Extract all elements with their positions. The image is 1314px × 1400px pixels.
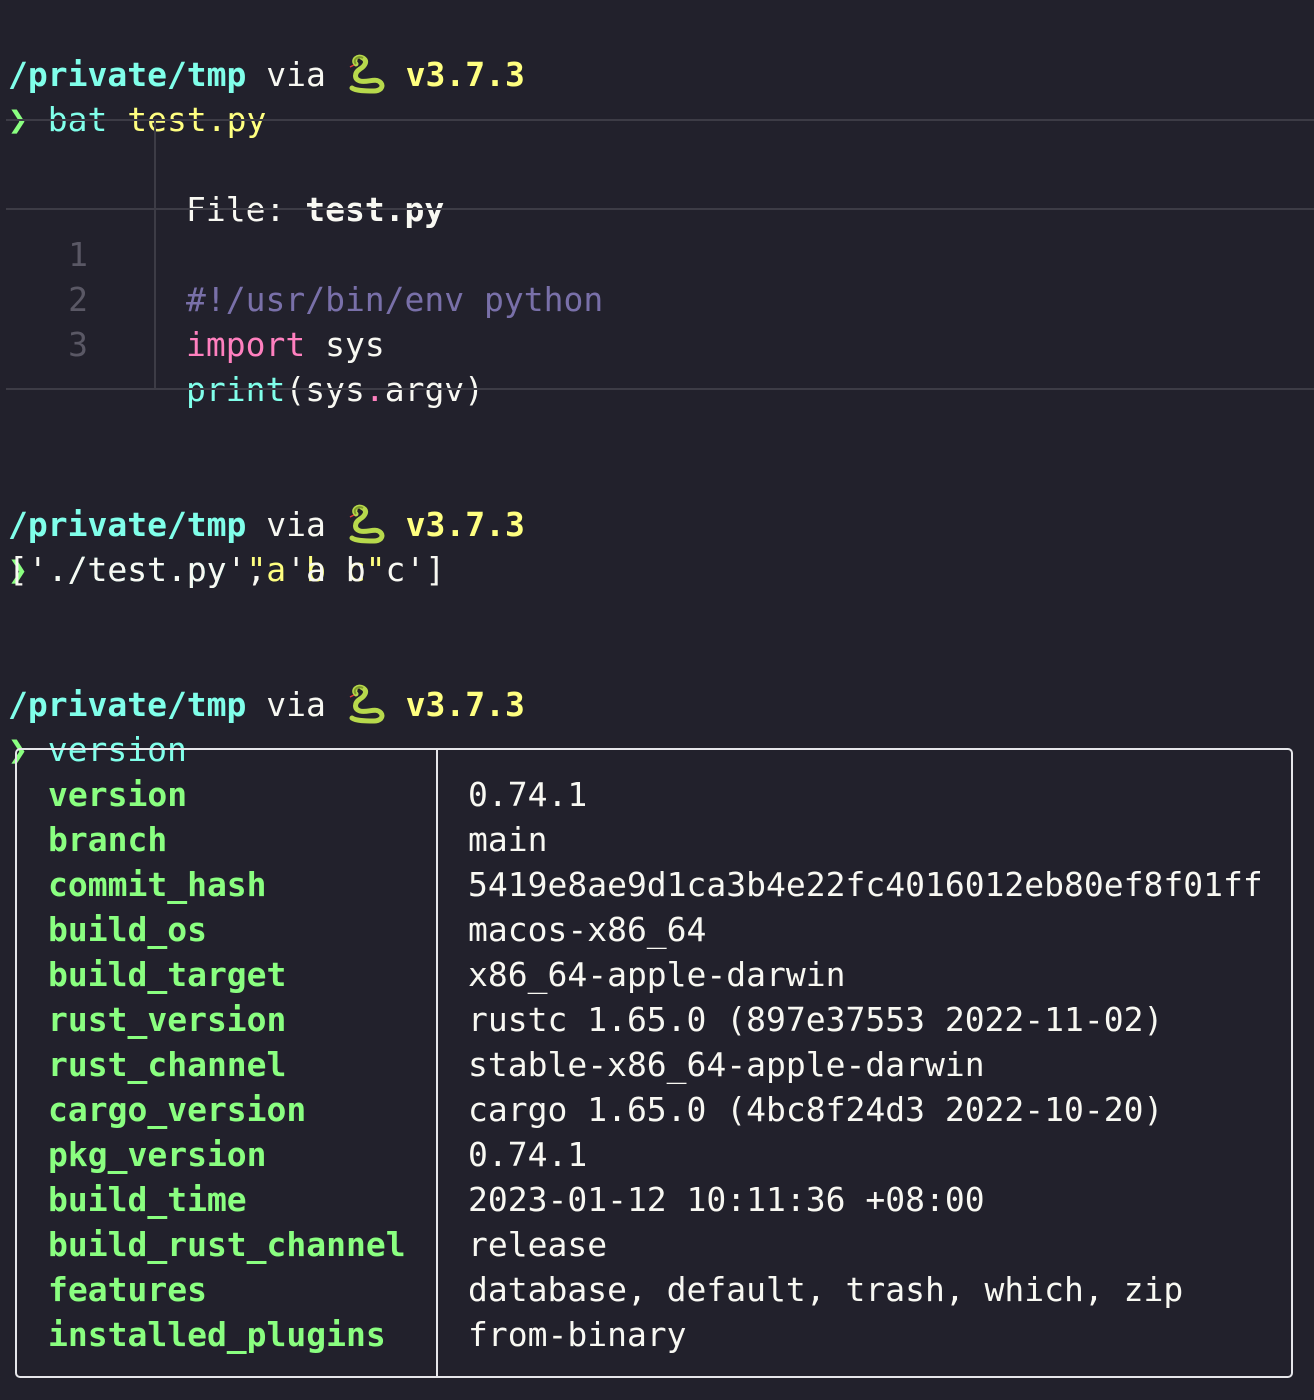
table-key: cargo_version bbox=[48, 1090, 307, 1129]
bat-gutter-divider bbox=[154, 120, 156, 388]
table-value: from-binary bbox=[468, 1315, 687, 1354]
code-line: print(sys.argv) bbox=[186, 322, 484, 409]
code-line: import sys bbox=[186, 277, 385, 364]
table-value: main bbox=[468, 820, 548, 859]
prompt-line-2: /private/tmp via v3.7.3 bbox=[8, 457, 525, 544]
snake-icon bbox=[346, 682, 386, 727]
line-number: 1 bbox=[68, 235, 88, 274]
table-value: 0.74.1 bbox=[468, 1135, 588, 1174]
table-key: features bbox=[48, 1270, 207, 1309]
bat-top-border bbox=[6, 119, 1314, 121]
table-value: 0.74.1 bbox=[468, 775, 588, 814]
table-value: stable-x86_64-apple-darwin bbox=[468, 1045, 985, 1084]
bat-header-border bbox=[6, 208, 1314, 210]
table-value: x86_64-apple-darwin bbox=[468, 955, 846, 994]
line-number: 2 bbox=[68, 280, 88, 319]
table-value: database, default, trash, which, zip bbox=[468, 1270, 1184, 1309]
command-line-1: ❯ bat test.py bbox=[8, 52, 266, 139]
table-value: 2023-01-12 10:11:36 +08:00 bbox=[468, 1180, 985, 1219]
prompt-line-3: /private/tmp via v3.7.3 bbox=[8, 637, 525, 724]
python-version: v3.7.3 bbox=[405, 685, 525, 724]
table-value: cargo 1.65.0 (4bc8f24d3 2022-10-20) bbox=[468, 1090, 1164, 1129]
bat-file-header: File: test.py bbox=[186, 142, 444, 229]
table-key: pkg_version bbox=[48, 1135, 267, 1174]
code-line: #!/usr/bin/env python bbox=[186, 232, 603, 319]
python-version: v3.7.3 bbox=[405, 505, 525, 544]
table-key: rust_channel bbox=[48, 1045, 287, 1084]
table-key: installed_plugins bbox=[48, 1315, 386, 1354]
prompt-via: via bbox=[266, 55, 326, 94]
table-key: build_rust_channel bbox=[48, 1225, 406, 1264]
command-line-3: ❯ version bbox=[8, 682, 187, 769]
command-line-2: ❯ ./test.py "a b c" bbox=[8, 502, 386, 589]
prompt-line-1: /private/tmp via v3.7.3 bbox=[8, 7, 525, 94]
command-output: ['./test.py', 'a b c'] bbox=[8, 550, 446, 589]
bat-bottom-border bbox=[6, 388, 1314, 390]
table-key: build_time bbox=[48, 1180, 247, 1219]
table-value: rustc 1.65.0 (897e37553 2022-11-02) bbox=[468, 1000, 1164, 1039]
table-value: macos-x86_64 bbox=[468, 910, 707, 949]
table-key: version bbox=[48, 775, 188, 814]
prompt-via: via bbox=[266, 685, 326, 724]
table-key: build_target bbox=[48, 955, 287, 994]
table-key: branch bbox=[48, 820, 168, 859]
table-key: build_os bbox=[48, 910, 207, 949]
version-table: version 0.74.1 branch main commit_hash 5… bbox=[15, 748, 1293, 1378]
table-value: 5419e8ae9d1ca3b4e22fc4016012eb80ef8f01ff bbox=[468, 865, 1263, 904]
table-value: release bbox=[468, 1225, 608, 1264]
table-key: rust_version bbox=[48, 1000, 287, 1039]
table-key: commit_hash bbox=[48, 865, 267, 904]
line-number: 3 bbox=[68, 325, 88, 364]
python-version: v3.7.3 bbox=[405, 55, 525, 94]
snake-icon bbox=[346, 52, 386, 97]
table-column-divider bbox=[436, 750, 438, 1376]
